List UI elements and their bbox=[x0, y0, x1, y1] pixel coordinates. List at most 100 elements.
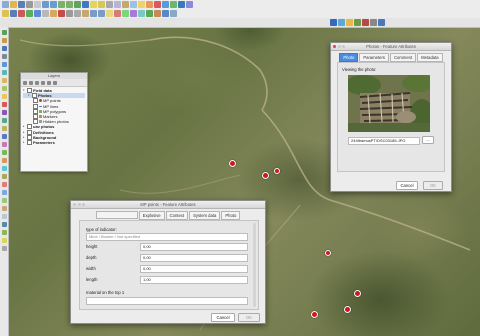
tab-explosive[interactable]: Explosive bbox=[138, 211, 165, 220]
help-icon[interactable] bbox=[186, 1, 193, 8]
add-more-icon[interactable] bbox=[1, 246, 7, 251]
tab-comment[interactable]: Comment bbox=[389, 53, 417, 62]
chevron-down-icon[interactable]: ▾ bbox=[23, 88, 26, 93]
gps-icon[interactable] bbox=[146, 10, 153, 17]
wms-icon[interactable] bbox=[162, 10, 169, 17]
tab-first[interactable] bbox=[95, 211, 138, 219]
add-wfs-icon[interactable] bbox=[1, 70, 7, 75]
zoom-out-icon[interactable] bbox=[50, 1, 57, 8]
tab-system-data[interactable]: System data bbox=[189, 211, 221, 220]
form-scrollbar[interactable] bbox=[253, 223, 256, 307]
extra-tool-7-icon[interactable] bbox=[378, 19, 385, 26]
add-line-icon[interactable] bbox=[26, 10, 33, 17]
add-polygon-icon[interactable] bbox=[34, 10, 41, 17]
raster-icon[interactable] bbox=[138, 10, 145, 17]
pin-label-icon[interactable] bbox=[114, 10, 121, 17]
extra-tool-6-icon[interactable] bbox=[370, 19, 377, 26]
depth-field[interactable]: 0,00 bbox=[140, 254, 248, 262]
add-arcgis-icon[interactable] bbox=[1, 222, 7, 227]
width-field[interactable]: 0,00 bbox=[140, 265, 248, 273]
type-of-indicator-field[interactable]: Mine / Bunker / Not specified bbox=[86, 233, 248, 241]
add-scratch-icon[interactable] bbox=[1, 214, 7, 219]
tab-context[interactable]: Context bbox=[165, 211, 189, 220]
add-wcs-icon[interactable] bbox=[1, 134, 7, 139]
zoom-in-icon[interactable] bbox=[42, 1, 49, 8]
material-field[interactable] bbox=[86, 297, 248, 305]
layer-style-panel-icon[interactable] bbox=[23, 80, 27, 85]
maximize-window-icon[interactable] bbox=[342, 45, 345, 48]
deselect-icon[interactable] bbox=[98, 1, 105, 8]
new-layer-icon[interactable] bbox=[1, 86, 7, 91]
layer-style-icon[interactable] bbox=[130, 10, 137, 17]
undo-icon[interactable] bbox=[90, 10, 97, 17]
marker-7[interactable] bbox=[325, 250, 331, 256]
new-project-icon[interactable] bbox=[2, 1, 9, 8]
statistics-icon[interactable] bbox=[130, 1, 137, 8]
field-calculator-icon[interactable] bbox=[122, 1, 129, 8]
ok-button[interactable]: OK bbox=[238, 313, 260, 322]
add-spatialite-icon[interactable] bbox=[1, 54, 7, 59]
delete-icon[interactable] bbox=[58, 10, 65, 17]
georef-icon[interactable] bbox=[154, 10, 161, 17]
length-field[interactable]: 1,00 bbox=[140, 276, 248, 284]
annotation-icon[interactable] bbox=[154, 1, 161, 8]
layer-group-parameters[interactable]: ▸ Parameters bbox=[23, 140, 85, 145]
label-tool-icon[interactable] bbox=[106, 10, 113, 17]
add-db2-icon[interactable] bbox=[1, 118, 7, 123]
add-temp-icon[interactable] bbox=[1, 206, 7, 211]
add-oracle-icon[interactable] bbox=[1, 102, 7, 107]
remove-layer-icon[interactable] bbox=[53, 80, 57, 85]
identify-icon[interactable] bbox=[82, 1, 89, 8]
paste-icon[interactable] bbox=[82, 10, 89, 17]
add-vector-icon[interactable] bbox=[1, 30, 7, 35]
attribute-table-icon[interactable] bbox=[114, 1, 121, 8]
add-vector-tile-icon[interactable] bbox=[1, 166, 7, 171]
marker-4[interactable] bbox=[354, 290, 361, 297]
filter-legend-icon[interactable] bbox=[35, 80, 39, 85]
add-mssql-icon[interactable] bbox=[1, 110, 7, 115]
pan-icon[interactable] bbox=[34, 1, 41, 8]
zoom-full-icon[interactable] bbox=[58, 1, 65, 8]
select-icon[interactable] bbox=[90, 1, 97, 8]
marker-5[interactable] bbox=[344, 306, 351, 313]
layer-checkbox[interactable] bbox=[27, 139, 32, 145]
ok-button[interactable]: OK bbox=[423, 181, 443, 190]
add-point-cloud-icon[interactable] bbox=[1, 174, 7, 179]
open-project-icon[interactable] bbox=[10, 1, 17, 8]
zoom-layer-icon[interactable] bbox=[66, 1, 73, 8]
extra-tool-4-icon[interactable] bbox=[354, 19, 361, 26]
extra-tool-3-icon[interactable] bbox=[346, 19, 353, 26]
save-project-icon[interactable] bbox=[18, 1, 25, 8]
minimize-window-icon[interactable] bbox=[77, 203, 81, 206]
label-icon[interactable] bbox=[162, 1, 169, 8]
minimize-window-icon[interactable] bbox=[337, 45, 341, 48]
close-window-icon[interactable] bbox=[73, 203, 76, 206]
marker-2[interactable] bbox=[262, 172, 269, 179]
add-gpx-icon[interactable] bbox=[1, 150, 7, 155]
height-field[interactable]: 0,00 bbox=[140, 243, 248, 251]
tab-parameters[interactable]: Parameters bbox=[359, 53, 389, 62]
add-point-icon[interactable] bbox=[18, 10, 25, 17]
extra-tool-5-icon[interactable] bbox=[362, 19, 369, 26]
add-delimited-icon[interactable] bbox=[1, 94, 7, 99]
close-window-icon[interactable] bbox=[333, 45, 336, 48]
refresh-icon[interactable] bbox=[74, 1, 81, 8]
maximize-window-icon[interactable] bbox=[82, 203, 85, 206]
marker-1[interactable] bbox=[229, 160, 236, 167]
add-mesh-icon[interactable] bbox=[1, 142, 7, 147]
marker-6[interactable] bbox=[311, 311, 318, 318]
copy-icon[interactable] bbox=[74, 10, 81, 17]
tab-photo[interactable]: Photo bbox=[339, 53, 359, 62]
add-sql-icon[interactable] bbox=[1, 238, 7, 243]
bookmark-icon[interactable] bbox=[146, 1, 153, 8]
extra-tool-2-icon[interactable] bbox=[338, 19, 345, 26]
marker-3[interactable] bbox=[274, 168, 280, 174]
cut-icon[interactable] bbox=[66, 10, 73, 17]
add-geonode-icon[interactable] bbox=[1, 230, 7, 235]
collapse-all-icon[interactable] bbox=[47, 80, 51, 85]
add-wms-icon[interactable] bbox=[1, 62, 7, 67]
node-tool-icon[interactable] bbox=[50, 10, 57, 17]
map-tips-icon[interactable] bbox=[138, 1, 145, 8]
cancel-button[interactable]: Cancel bbox=[211, 313, 235, 322]
cancel-button[interactable]: Cancel bbox=[396, 181, 418, 190]
